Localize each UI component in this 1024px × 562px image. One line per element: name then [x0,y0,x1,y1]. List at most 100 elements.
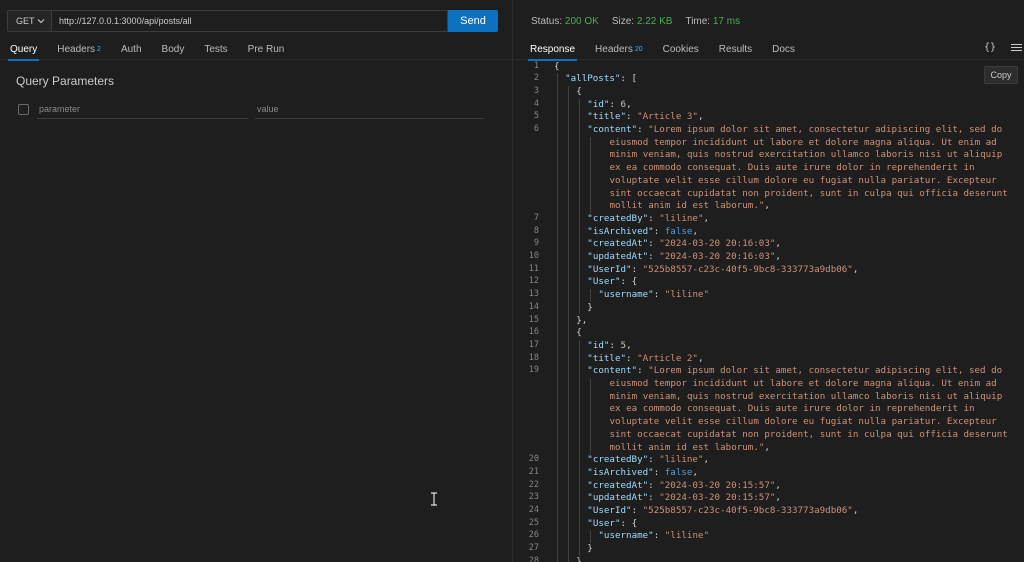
code-token: , [852,263,859,275]
line-number: 10 [528,251,539,261]
response-pane: Status: 200 OK Size: 2.22 KB Time: 17 ms… [514,0,1024,562]
request-tab-pre-run[interactable]: Pre Run [238,38,295,60]
code-token: , [764,441,770,453]
line-number: 25 [528,517,539,528]
code-token: }, [576,555,588,562]
code-token: "createdBy" [587,212,649,224]
code-token: "liline" [659,212,704,224]
code-token: "content" [587,365,638,377]
code-line: voluptate velit esse cillum dolore eu fu… [610,416,997,427]
code-token: : [ [620,73,638,85]
method-label: GET [16,16,35,26]
line-number: 16 [528,327,539,338]
code-token: false [664,225,693,237]
request-tab-query[interactable]: Query [0,38,47,61]
response-tab-results[interactable]: Results [709,38,762,60]
request-tab-tests[interactable]: Tests [194,38,237,60]
code-line: "isArchived": false, [587,467,698,478]
code-line: { [576,86,582,97]
line-number: 5 [533,111,539,122]
line-number: 12 [528,276,539,287]
code-token: "id" [587,98,610,110]
code-token: , [703,212,710,224]
code-line: "title": "Article 2", [587,353,703,364]
code-token: , [692,466,698,478]
line-number: 2 [533,73,539,84]
tab-label: Headers [57,43,96,55]
code-token: "Lorem ipsum dolor sit amet, consectetur… [648,124,1003,135]
code-token: "2024-03-20 20:15:57" [659,492,776,504]
code-token: eiusmod tempor incididunt ut labore et d… [609,136,997,148]
indent-guide [579,98,581,315]
code-token: "2024-03-20 20:15:57" [659,479,776,491]
code-line: { [554,61,560,72]
code-line: ex ea commodo consequat. Duis aute irure… [610,403,975,414]
response-tab-cookies[interactable]: Cookies [653,38,709,60]
line-number: 23 [528,492,539,503]
indent-guide [590,136,592,213]
line-number: 27 [528,543,539,554]
chevron-down-icon [37,19,45,24]
braces-icon[interactable]: {} [984,42,996,53]
request-tab-body[interactable]: Body [152,38,195,60]
code-token: sint occaecat cupidatat non proident, su… [609,428,1008,440]
param-name-input[interactable] [37,100,248,119]
code-line: "allPosts": [ [565,73,637,84]
code-line: "createdBy": "liline", [587,213,709,224]
code-line: { [576,327,582,338]
code-line: "User": { [587,276,637,287]
code-token: , [775,251,781,262]
url-input[interactable] [52,10,448,32]
text-cursor-icon [431,492,437,506]
line-number: 24 [528,505,539,515]
code-token: "isArchived" [587,466,654,478]
send-button[interactable]: Send [448,10,498,32]
line-number: 20 [528,454,539,465]
request-tab-auth[interactable]: Auth [111,38,152,60]
time-label: Time: [685,16,711,27]
code-token: : [626,111,638,123]
code-token: "title" [587,111,627,123]
response-body-viewer[interactable]: 1 {2 "allPosts": [3 {4 "id": 6, 5 "title": "Ar… [514,59,1024,562]
tab-count-badge: 20 [634,45,643,53]
tab-count-badge: 2 [97,45,101,53]
line-number: 7 [533,212,539,223]
code-token: "525b8557-c23c-40f5-9bc8-333773a9db06" [642,505,853,516]
tab-label: Query [10,43,38,55]
line-number: 11 [528,263,539,274]
tab-label: Docs [772,43,795,55]
code-line: "id": 6, [587,99,631,110]
code-token: "Lorem ipsum dolor sit amet, consectetur… [648,365,1003,377]
code-token: "2024-03-20 20:16:03" [659,251,776,262]
code-line: "isArchived": false, [587,226,698,237]
code-line: "title": "Article 3", [587,111,703,122]
size-value: 2.22 KB [636,16,673,27]
code-line: sint occaecat cupidatat non proident, su… [610,188,1008,199]
code-token: false [664,466,693,478]
code-token: "updatedAt" [587,492,649,504]
copy-button[interactable]: Copy [984,66,1018,84]
code-token: "updatedAt" [587,251,649,262]
response-tab-response[interactable]: Response [514,38,585,61]
response-tab-headers[interactable]: Headers 20 [585,38,653,60]
size-label: Size: [611,16,635,27]
time-value: 17 ms [712,16,741,27]
code-token: : [637,124,649,135]
request-tab-headers[interactable]: Headers 2 [47,38,111,60]
code-token: "content" [587,124,638,135]
time-info: Time: 17 ms [685,16,740,27]
code-line: "updatedAt": "2024-03-20 20:15:57", [587,492,781,503]
code-token: "Article 2" [637,352,698,364]
method-select[interactable]: GET [7,10,52,32]
status-label: Status: [531,16,563,27]
response-tab-docs[interactable]: Docs [762,38,805,60]
code-line: ex ea commodo consequat. Duis aute irure… [610,162,975,173]
tab-label: Response [530,43,576,55]
code-token: : { [620,276,638,288]
code-token: "UserId" [587,505,632,516]
menu-icon[interactable] [1011,44,1022,53]
code-line: }, [576,315,587,326]
param-value-input[interactable] [255,100,484,119]
code-token: "id" [587,339,610,351]
param-enable-checkbox[interactable] [18,104,29,115]
